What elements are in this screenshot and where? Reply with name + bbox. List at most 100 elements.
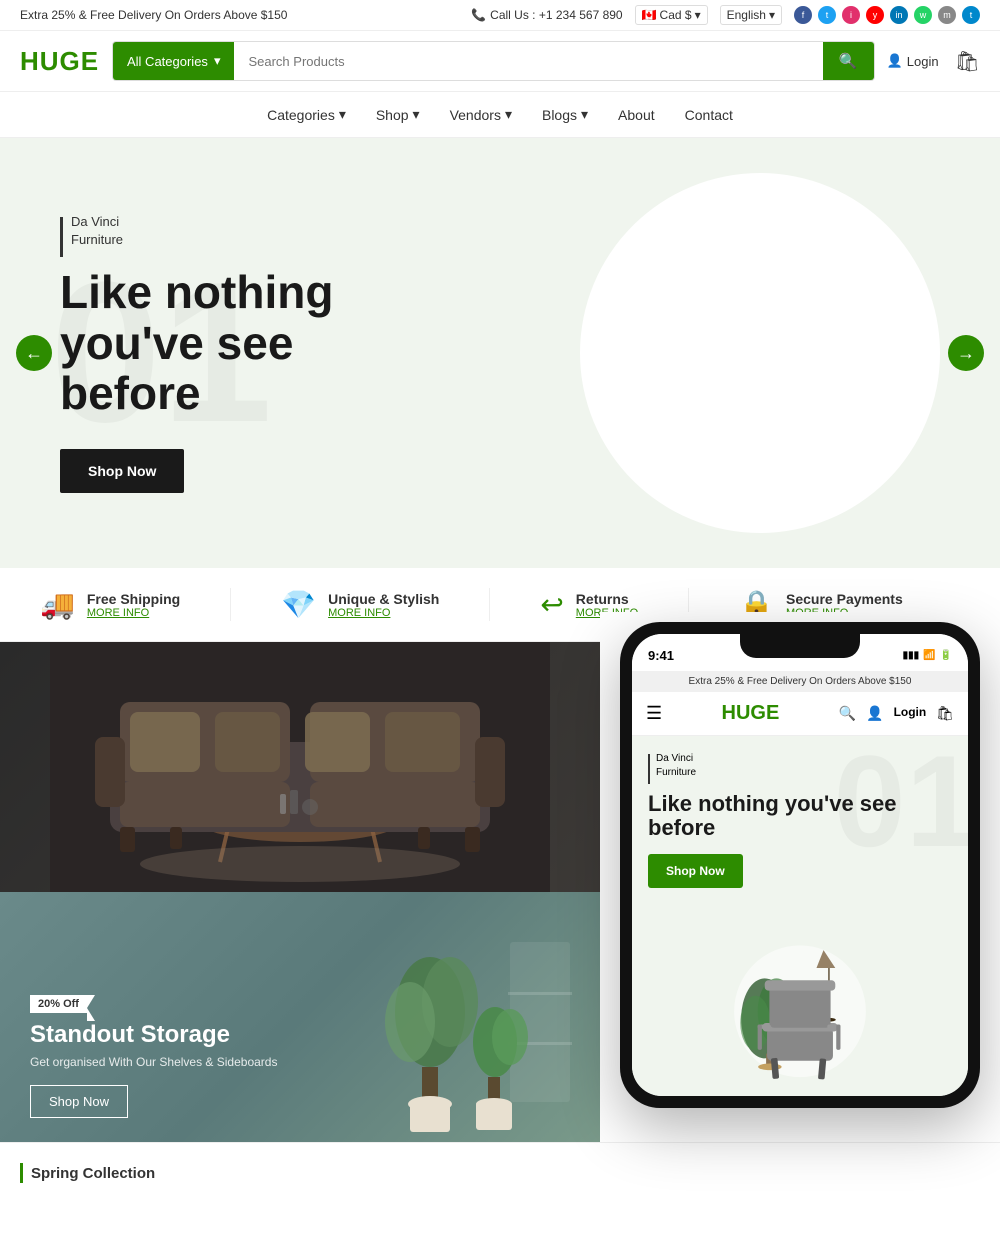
storage-content: 20% Off Standout Storage Get organised W… bbox=[0, 970, 600, 1142]
youtube-icon[interactable]: y bbox=[866, 6, 884, 24]
currency-selector[interactable]: 🇨🇦 Cad $ ▾ bbox=[635, 5, 708, 25]
login-button[interactable]: 👤 Login bbox=[887, 53, 939, 69]
cart-button[interactable]: 🛍 bbox=[955, 49, 980, 74]
feature-payments-title: Secure Payments bbox=[786, 591, 903, 607]
phone-time: 9:41 bbox=[648, 648, 674, 663]
logo[interactable]: HUGE bbox=[20, 46, 100, 77]
arrow-left-icon: ← bbox=[25, 343, 43, 364]
chevron-down-icon: ▾ bbox=[339, 106, 346, 123]
feature-stylish-more[interactable]: MORE INFO bbox=[328, 607, 439, 619]
social-links: f t i y in w m t bbox=[794, 6, 980, 24]
signal-icon: ▮▮▮ bbox=[903, 650, 920, 661]
nav-item-vendors[interactable]: Vendors ▾ bbox=[450, 106, 512, 123]
phone-icon: 📞 bbox=[471, 8, 486, 22]
phone-status-icons: ▮▮▮ 📶 🔋 bbox=[903, 650, 952, 661]
feature-shipping-more[interactable]: MORE INFO bbox=[87, 607, 180, 619]
phone-logo[interactable]: HUGE bbox=[722, 702, 780, 725]
hamburger-icon[interactable]: ☰ bbox=[646, 703, 662, 724]
content-grid: 20% Off Standout Storage Get organised W… bbox=[0, 642, 1000, 1142]
stylish-icon: 💎 bbox=[281, 588, 316, 621]
returns-icon: ↩ bbox=[540, 588, 563, 621]
storage-banner: 20% Off Standout Storage Get organised W… bbox=[0, 892, 600, 1142]
phone-search-icon[interactable]: 🔍 bbox=[839, 705, 856, 722]
linkedin-icon[interactable]: in bbox=[890, 6, 908, 24]
language-selector[interactable]: English ▾ bbox=[720, 5, 782, 25]
wifi-icon: 📶 bbox=[923, 650, 935, 661]
phone-header: ☰ HUGE 🔍 👤 Login 🛍 bbox=[632, 692, 968, 736]
left-banners: 20% Off Standout Storage Get organised W… bbox=[0, 642, 600, 1142]
hero-next-button[interactable]: → bbox=[948, 335, 984, 371]
phone-mockup-wrapper: 9:41 ▮▮▮ 📶 🔋 Extra 25% & Free Delivery O… bbox=[600, 612, 1000, 1142]
instagram-icon[interactable]: i bbox=[842, 6, 860, 24]
nav-item-shop[interactable]: Shop ▾ bbox=[376, 106, 420, 123]
feature-returns-title: Returns bbox=[576, 591, 638, 607]
language-label: English bbox=[727, 8, 766, 22]
phone-chair-area bbox=[632, 936, 968, 1096]
chevron-down-icon: ▾ bbox=[505, 106, 512, 123]
sofa-banner bbox=[0, 642, 600, 892]
twitter-icon[interactable]: t bbox=[818, 6, 836, 24]
phone-promo-bar: Extra 25% & Free Delivery On Orders Abov… bbox=[632, 671, 968, 692]
phone-hero: 01 Da VinciFurniture Like nothing you've… bbox=[632, 736, 968, 936]
currency-label: Cad $ bbox=[660, 8, 692, 22]
shipping-icon: 🚚 bbox=[40, 588, 75, 621]
hero-prev-button[interactable]: ← bbox=[16, 335, 52, 371]
arrow-right-icon: → bbox=[957, 343, 975, 364]
promo-text: Extra 25% & Free Delivery On Orders Abov… bbox=[20, 8, 287, 22]
phone-shop-now-button[interactable]: Shop Now bbox=[648, 854, 743, 888]
hero-section: ← Da VinciFurniture 01 Like nothing you'… bbox=[0, 138, 1000, 568]
spring-label: Spring Collection bbox=[20, 1163, 980, 1183]
search-button[interactable]: 🔍 bbox=[823, 42, 874, 80]
phone-chair-image bbox=[710, 936, 890, 1096]
nav-item-contact[interactable]: Contact bbox=[685, 106, 733, 123]
storage-shop-now-button[interactable]: Shop Now bbox=[30, 1085, 128, 1118]
spring-title: Spring Collection bbox=[31, 1165, 155, 1182]
phone-brand-name: Da VinciFurniture bbox=[656, 752, 696, 784]
storage-subtitle: Get organised With Our Shelves & Sideboa… bbox=[30, 1055, 570, 1069]
feature-stylish-title: Unique & Stylish bbox=[328, 591, 439, 607]
chevron-down-icon: ▾ bbox=[581, 106, 588, 123]
main-nav: Categories ▾ Shop ▾ Vendors ▾ Blogs ▾ Ab… bbox=[0, 92, 1000, 138]
sofa-image bbox=[0, 642, 600, 892]
phone-cart-icon[interactable]: 🛍 bbox=[936, 705, 954, 722]
search-bar: All Categories ▾ 🔍 bbox=[112, 41, 875, 81]
mail-icon[interactable]: m bbox=[938, 6, 956, 24]
user-icon: 👤 bbox=[887, 53, 903, 69]
spring-collection: Spring Collection bbox=[0, 1142, 1000, 1193]
top-bar: Extra 25% & Free Delivery On Orders Abov… bbox=[0, 0, 1000, 31]
category-dropdown[interactable]: All Categories ▾ bbox=[113, 42, 234, 80]
category-label: All Categories bbox=[127, 54, 208, 69]
nav-item-categories[interactable]: Categories ▾ bbox=[267, 106, 346, 123]
feature-stylish: 💎 Unique & Stylish MORE INFO bbox=[281, 588, 439, 621]
feature-shipping: 🚚 Free Shipping MORE INFO bbox=[40, 588, 180, 621]
nav-item-about[interactable]: About bbox=[618, 106, 655, 123]
whatsapp-icon[interactable]: w bbox=[914, 6, 932, 24]
phone-screen: 9:41 ▮▮▮ 📶 🔋 Extra 25% & Free Delivery O… bbox=[632, 634, 968, 1096]
feature-shipping-title: Free Shipping bbox=[87, 591, 180, 607]
nav-item-blogs[interactable]: Blogs ▾ bbox=[542, 106, 588, 123]
header: HUGE All Categories ▾ 🔍 👤 Login 🛍 bbox=[0, 31, 1000, 92]
login-label: Login bbox=[907, 54, 939, 69]
phone-user-icon[interactable]: 👤 bbox=[866, 705, 883, 722]
spring-bar bbox=[20, 1163, 23, 1183]
hero-text: Da VinciFurniture 01 Like nothing you've… bbox=[0, 173, 560, 533]
storage-title: Standout Storage bbox=[30, 1021, 570, 1049]
chevron-down-icon: ▾ bbox=[214, 53, 221, 69]
phone-mockup: 9:41 ▮▮▮ 📶 🔋 Extra 25% & Free Delivery O… bbox=[620, 622, 980, 1108]
discount-badge: 20% Off bbox=[30, 995, 87, 1013]
top-bar-right: 📞 Call Us : +1 234 567 890 🇨🇦 Cad $ ▾ En… bbox=[471, 5, 980, 25]
phone-login-label[interactable]: Login bbox=[894, 705, 927, 722]
search-input[interactable] bbox=[234, 42, 822, 80]
hero-circle-bg bbox=[580, 173, 940, 533]
chevron-down-icon: ▾ bbox=[695, 8, 701, 22]
phone-hero-title: Like nothing you've see before bbox=[648, 792, 952, 840]
facebook-icon[interactable]: f bbox=[794, 6, 812, 24]
phone-notch bbox=[740, 634, 860, 658]
hero-image bbox=[560, 193, 1000, 513]
chevron-down-icon: ▾ bbox=[769, 8, 775, 22]
promo-label: Extra 25% & Free Delivery On Orders Abov… bbox=[20, 8, 287, 22]
phone-number: 📞 Call Us : +1 234 567 890 bbox=[471, 8, 622, 22]
flag-icon: 🇨🇦 bbox=[642, 8, 657, 22]
phone-brand-bar bbox=[648, 754, 650, 784]
telegram-icon[interactable]: t bbox=[962, 6, 980, 24]
